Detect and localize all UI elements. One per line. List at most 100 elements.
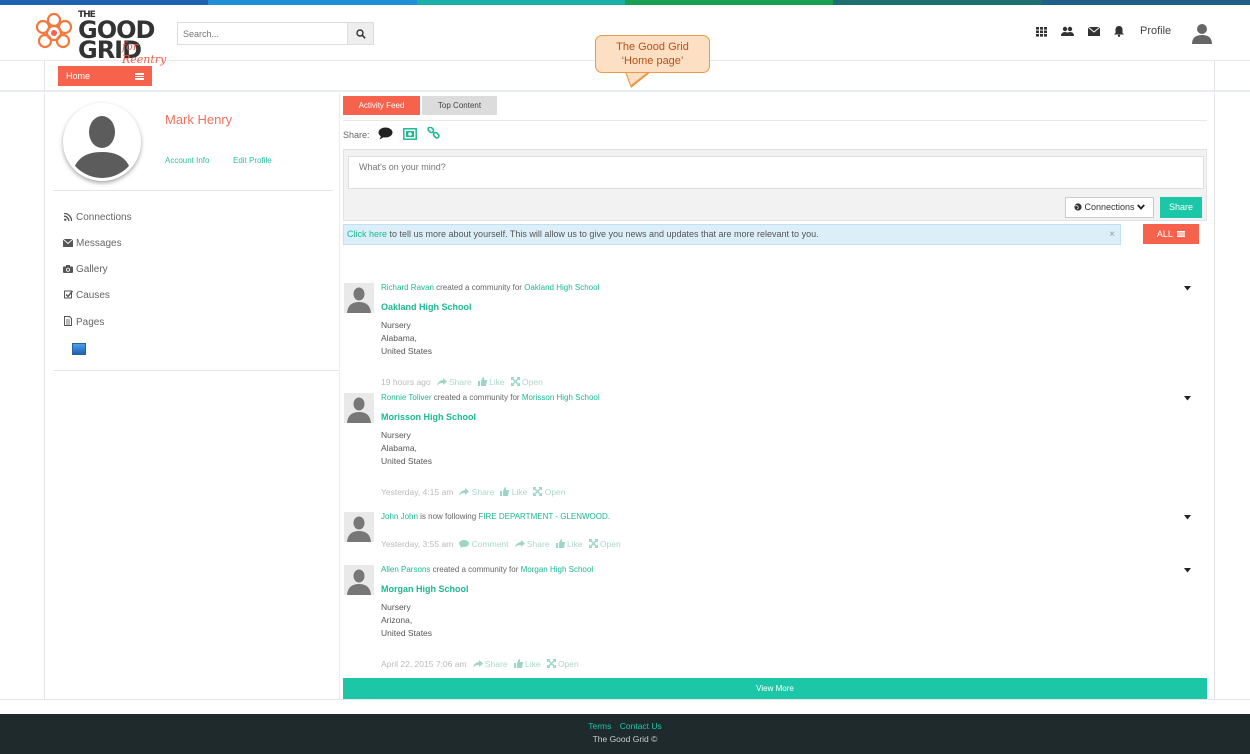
tab-activity-feed[interactable]: Activity Feed bbox=[343, 96, 420, 115]
feed-action-label: Like bbox=[524, 659, 541, 669]
apps-grid-icon[interactable] bbox=[1036, 26, 1047, 37]
feed-meta: Yesterday, 4:15 am Share Like Open bbox=[381, 487, 566, 497]
feed-action-share[interactable]: Share bbox=[436, 377, 472, 387]
thumbs-up-icon bbox=[555, 539, 565, 549]
feed-detail-line: Alabama, bbox=[381, 333, 417, 343]
footer: Terms Contact Us The Good Grid © bbox=[0, 714, 1250, 754]
caret-down-icon[interactable] bbox=[1184, 565, 1191, 575]
expand-icon bbox=[510, 377, 520, 387]
feed-action-comment[interactable]: Comment bbox=[459, 539, 509, 549]
feed-action-like[interactable]: Like bbox=[513, 659, 541, 669]
caret-down-icon[interactable] bbox=[1184, 393, 1191, 403]
sidebar-item-connections[interactable]: Connections bbox=[63, 212, 132, 223]
click-here-link[interactable]: Click here bbox=[347, 229, 387, 239]
comment-icon[interactable] bbox=[378, 127, 394, 143]
page-thumbnail[interactable] bbox=[72, 343, 86, 355]
feed-meta: Yesterday, 3:55 am Comment Share Like Op… bbox=[381, 539, 621, 549]
feed-avatar[interactable] bbox=[344, 512, 374, 542]
search-button[interactable] bbox=[347, 23, 373, 44]
share-type-row: Share: bbox=[343, 126, 442, 143]
logo[interactable]: THE GOOD GRID for Reentry bbox=[32, 8, 177, 66]
feed-target-link[interactable]: Morisson High School bbox=[522, 393, 600, 402]
feed-action-label: Open bbox=[544, 487, 566, 497]
column-divider bbox=[339, 93, 340, 699]
frame-divider bbox=[44, 93, 45, 699]
feed-avatar[interactable] bbox=[344, 283, 374, 313]
share-button[interactable]: Share bbox=[1160, 197, 1202, 218]
feed-meta: April 22, 2015 7:06 am Share Like Open bbox=[381, 659, 579, 669]
feed-user-link[interactable]: Allen Parsons bbox=[381, 565, 430, 574]
feed-action-open[interactable]: Open bbox=[510, 377, 543, 387]
contact-link[interactable]: Contact Us bbox=[620, 721, 662, 731]
feed-action-share[interactable]: Share bbox=[514, 539, 550, 549]
user-avatar-icon[interactable] bbox=[1190, 21, 1214, 45]
share-icon bbox=[514, 539, 525, 549]
feed-title-link[interactable]: Morisson High School bbox=[381, 412, 476, 422]
terms-link[interactable]: Terms bbox=[588, 721, 611, 731]
account-info-link[interactable]: Account Info bbox=[165, 156, 209, 165]
feed-user-link[interactable]: John John bbox=[381, 512, 418, 521]
feed-action-like[interactable]: Like bbox=[500, 487, 527, 497]
view-more-button[interactable]: View More bbox=[343, 678, 1207, 699]
filter-all-label: ALL bbox=[1156, 229, 1173, 239]
photo-icon[interactable] bbox=[402, 127, 418, 143]
home-menu-button[interactable]: Home bbox=[58, 66, 152, 86]
frame-divider bbox=[44, 61, 45, 92]
envelope-icon[interactable] bbox=[1088, 26, 1100, 36]
tab-top-content[interactable]: Top Content bbox=[422, 96, 497, 115]
feed-avatar[interactable] bbox=[344, 393, 374, 423]
edit-profile-link[interactable]: Edit Profile bbox=[233, 156, 272, 165]
feed-action-open[interactable]: Open bbox=[546, 659, 579, 669]
feed-action-share[interactable]: Share bbox=[459, 487, 494, 497]
sidebar-item-label: Connections bbox=[76, 212, 132, 223]
users-icon[interactable] bbox=[1061, 26, 1074, 37]
callout-line-1: The Good Grid bbox=[616, 41, 689, 53]
feed-title-link[interactable]: Morgan High School bbox=[381, 584, 469, 594]
feed-action-label: Share bbox=[484, 659, 508, 669]
thumbs-up-icon bbox=[500, 487, 510, 497]
profile-link[interactable]: Profile bbox=[1140, 25, 1171, 37]
profile-alert: Click here to tell us more about yoursel… bbox=[343, 224, 1121, 245]
expand-icon bbox=[533, 487, 543, 497]
tab-underline bbox=[343, 120, 1207, 121]
post-composer: Connections Share bbox=[343, 149, 1207, 221]
feed-action-open[interactable]: Open bbox=[588, 539, 621, 549]
feed-item: Ronnie Toliver created a community for M… bbox=[343, 393, 1205, 501]
feed-target-link[interactable]: Oakland High School bbox=[524, 283, 599, 292]
caret-down-icon[interactable] bbox=[1184, 283, 1191, 293]
feed-action-like[interactable]: Like bbox=[555, 539, 583, 549]
connections-dropdown[interactable]: Connections bbox=[1065, 197, 1154, 218]
feed-action-label: Share bbox=[449, 377, 472, 387]
feed-action-like[interactable]: Like bbox=[477, 377, 505, 387]
sidebar-item-causes[interactable]: Causes bbox=[63, 290, 110, 301]
search-input[interactable] bbox=[178, 23, 347, 44]
feed-avatar[interactable] bbox=[344, 565, 374, 595]
post-textarea[interactable] bbox=[348, 156, 1204, 189]
feed-title-link[interactable]: Oakland High School bbox=[381, 302, 472, 312]
feed-detail-line: United States bbox=[381, 456, 433, 466]
sidebar-item-messages[interactable]: Messages bbox=[62, 238, 122, 249]
link-icon[interactable] bbox=[426, 126, 442, 143]
user-silhouette-icon bbox=[344, 283, 374, 313]
profile-picture[interactable] bbox=[63, 103, 141, 181]
feed-user-link[interactable]: Ronnie Toliver bbox=[381, 393, 432, 402]
profile-name: Mark Henry bbox=[165, 112, 233, 127]
feed-action-label: Like bbox=[566, 539, 583, 549]
close-icon[interactable]: × bbox=[1109, 225, 1115, 244]
feed-target-link[interactable]: Morgan High School bbox=[521, 565, 593, 574]
user-silhouette-icon bbox=[344, 393, 374, 423]
feed-user-link[interactable]: Richard Ravan bbox=[381, 283, 434, 292]
caret-down-icon[interactable] bbox=[1184, 512, 1191, 522]
sidebar-item-gallery[interactable]: Gallery bbox=[63, 264, 108, 275]
feed-action-share[interactable]: Share bbox=[472, 659, 508, 669]
filter-all-button[interactable]: ALL bbox=[1143, 224, 1199, 244]
feed-target-link[interactable]: FIRE DEPARTMENT - GLENWOOD. bbox=[478, 512, 610, 521]
sidebar-item-pages[interactable]: Pages bbox=[63, 316, 104, 328]
feed-action-open[interactable]: Open bbox=[533, 487, 566, 497]
feed-action-text: created a community for bbox=[433, 283, 525, 292]
sidebar-item-label: Causes bbox=[76, 290, 110, 301]
bell-icon[interactable] bbox=[1114, 25, 1124, 37]
sidebar-item-label: Pages bbox=[76, 316, 105, 328]
camera-icon bbox=[63, 264, 73, 275]
check-square-icon bbox=[63, 290, 73, 301]
